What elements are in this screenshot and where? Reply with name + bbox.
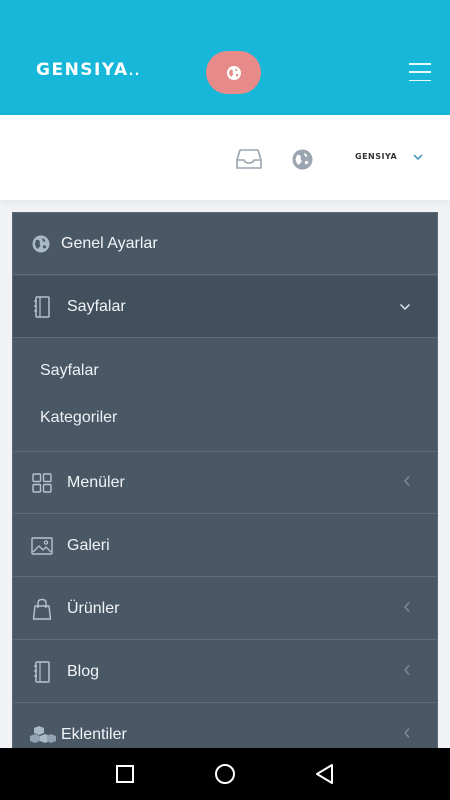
shopping-bag-icon xyxy=(31,598,53,620)
globe-icon xyxy=(30,233,52,255)
chevron-down-icon xyxy=(399,298,411,316)
submenu-item-sayfalar[interactable]: Sayfalar xyxy=(40,362,99,380)
sidebar-item-label: Galeri xyxy=(67,536,110,554)
grid-icon xyxy=(31,472,53,494)
inbox-icon[interactable] xyxy=(236,148,262,175)
cubes-icon xyxy=(30,724,56,746)
brand-logo[interactable]: GENSIYA.. xyxy=(36,60,141,80)
globe-icon xyxy=(226,65,241,80)
user-logo-text: GENSIYA xyxy=(355,152,398,161)
chevron-left-icon xyxy=(403,600,411,618)
sidebar-item-label: Sayfalar xyxy=(67,297,126,315)
sidebar-item-galeri[interactable]: Galeri xyxy=(13,515,437,577)
sidebar-item-label: Eklentiler xyxy=(61,725,127,743)
image-icon xyxy=(31,535,53,557)
notebook-icon xyxy=(31,660,53,683)
chevron-left-icon xyxy=(403,474,411,492)
sidebar-item-blog[interactable]: Blog xyxy=(13,641,437,703)
language-button[interactable] xyxy=(206,51,261,94)
top-bar: GENSIYA.. xyxy=(0,0,450,115)
globe-icon[interactable] xyxy=(292,149,313,175)
brand-logo-text: GENSIYA xyxy=(36,60,129,80)
brand-logo-dots: .. xyxy=(128,64,141,78)
square-icon[interactable] xyxy=(115,765,135,788)
user-avatar-logo[interactable]: GENSIYA xyxy=(355,152,397,161)
notebook-icon xyxy=(31,295,53,318)
triangle-back-icon[interactable] xyxy=(315,764,335,789)
sidebar-item-label: Menüler xyxy=(67,473,125,491)
sidebar-item-label: Blog xyxy=(67,662,100,680)
sidebar-item-urunler[interactable]: Ürünler xyxy=(13,578,437,640)
sidebar-item-genel-ayarlar[interactable]: Genel Ayarlar xyxy=(13,213,437,275)
sidebar-item-label: Genel Ayarlar xyxy=(61,234,158,252)
chevron-left-icon xyxy=(403,726,411,744)
sayfalar-submenu: Sayfalar Kategoriler xyxy=(13,338,437,452)
sidebar-item-label: Ürünler xyxy=(67,599,120,617)
sidebar-item-eklentiler[interactable]: Eklentiler xyxy=(13,704,437,751)
chevron-down-icon[interactable] xyxy=(412,149,424,167)
system-navigation-bar xyxy=(0,748,450,800)
submenu-item-kategoriler[interactable]: Kategoriler xyxy=(40,409,117,427)
circle-icon[interactable] xyxy=(214,764,236,791)
sidebar-menu: Genel Ayarlar Sayfalar Sayfalar Kategori… xyxy=(12,212,438,752)
sidebar-item-sayfalar[interactable]: Sayfalar xyxy=(13,276,437,338)
sidebar-item-menuler[interactable]: Menüler xyxy=(13,452,437,514)
chevron-left-icon xyxy=(403,663,411,681)
hamburger-icon[interactable] xyxy=(409,63,431,81)
